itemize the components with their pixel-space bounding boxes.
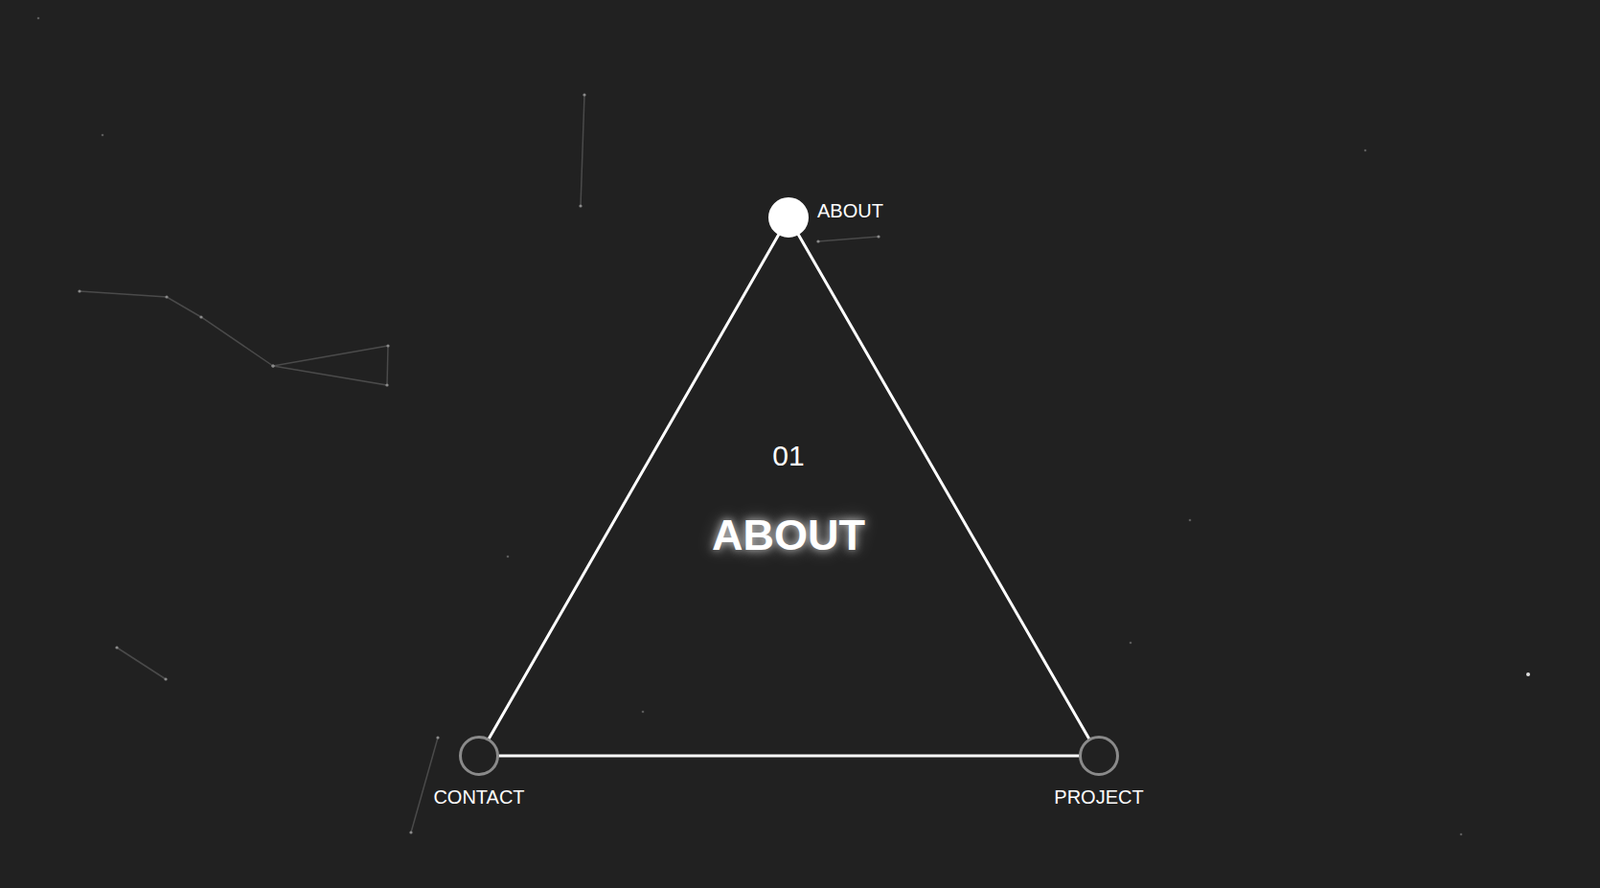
section-number: 01 [772,441,804,471]
star [1129,641,1133,645]
star [1460,833,1463,837]
nav-node-label[interactable]: PROJECT [1053,787,1143,807]
triangle-path [479,217,1099,756]
star [641,710,645,714]
nav-node-dot[interactable] [1078,735,1120,777]
star [37,17,41,21]
star [506,555,510,559]
star [1188,519,1192,523]
nav-node-dot[interactable] [458,735,500,777]
nav-node-label[interactable]: CONTACT [433,787,525,807]
nav-node-dot[interactable] [768,197,809,238]
star [101,134,105,138]
constellation-line [77,289,389,387]
navigation-canvas: ABOUT CONTACT PROJECT 01 ABOUT [0,0,1600,888]
section-title: ABOUT [711,513,866,557]
star [1364,149,1368,153]
star [1526,672,1531,677]
constellation-line [409,735,439,834]
current-section: 01 ABOUT [0,441,1578,557]
constellation-line [114,645,167,681]
constellation-line [578,92,586,207]
nav-node-label[interactable]: ABOUT [817,201,884,221]
constellation-line [816,234,880,243]
